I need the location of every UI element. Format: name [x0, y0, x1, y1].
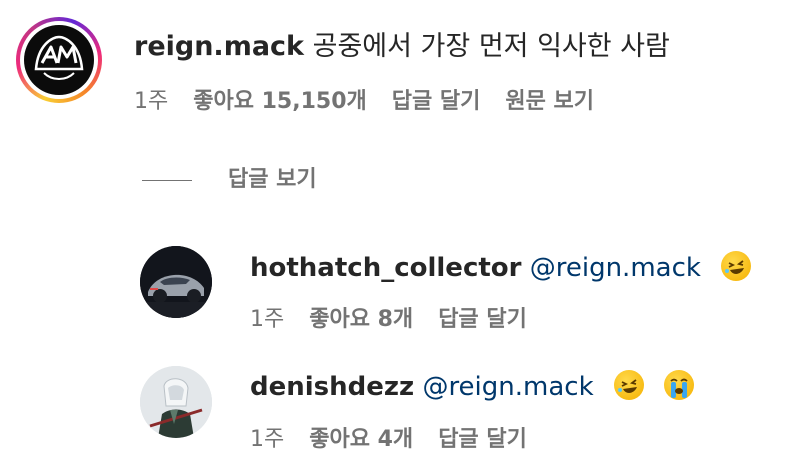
- reply-mention[interactable]: @reign.mack: [422, 372, 593, 402]
- reply-button[interactable]: 답글 달기: [392, 89, 481, 114]
- view-replies-label: 답글 보기: [228, 167, 317, 192]
- reply-timestamp[interactable]: 1주: [250, 427, 284, 452]
- reply-likes[interactable]: 좋아요 4개: [309, 427, 413, 452]
- view-replies-button[interactable]: 답글 보기: [142, 165, 317, 195]
- avatar-reign-mack[interactable]: [16, 17, 102, 103]
- rofl-emoji-icon: [613, 370, 644, 400]
- reply-timestamp[interactable]: 1주: [250, 307, 284, 332]
- reply-likes[interactable]: 좋아요 8개: [309, 307, 413, 332]
- comment-text: 공중에서 가장 먼저 익사한 사람: [312, 31, 670, 62]
- character-photo-icon: [140, 366, 212, 438]
- comment-username[interactable]: reign.mack: [134, 31, 304, 62]
- rofl-emoji-icon: [721, 251, 752, 281]
- reply-2: denishdezz @reign.mack: [250, 368, 695, 406]
- avatar-hothatch-collector[interactable]: [140, 246, 212, 318]
- reply-1-meta: 1주 좋아요 8개 답글 달기: [250, 305, 545, 335]
- loudly-crying-emoji-icon: [664, 370, 695, 400]
- reply-username[interactable]: hothatch_collector: [250, 253, 521, 283]
- reply-mention[interactable]: @reign.mack: [530, 253, 701, 283]
- reply-button[interactable]: 답글 달기: [438, 307, 527, 332]
- see-original-button[interactable]: 원문 보기: [505, 89, 594, 114]
- car-photo-icon: [140, 246, 212, 318]
- main-comment: reign.mack 공중에서 가장 먼저 익사한 사람: [134, 27, 670, 67]
- divider-dash: [142, 179, 192, 181]
- reply-1: hothatch_collector @reign.mack: [250, 249, 752, 287]
- comment-likes[interactable]: 좋아요 15,150개: [193, 89, 367, 114]
- avatar-denishdezz[interactable]: [140, 366, 212, 438]
- reply-username[interactable]: denishdezz: [250, 372, 414, 402]
- comment-meta: 1주 좋아요 15,150개 답글 달기 원문 보기: [134, 87, 612, 117]
- reply-2-meta: 1주 좋아요 4개 답글 달기: [250, 425, 545, 455]
- am-logo-icon: [24, 25, 94, 95]
- comment-timestamp[interactable]: 1주: [134, 89, 168, 114]
- reply-button[interactable]: 답글 달기: [438, 427, 527, 452]
